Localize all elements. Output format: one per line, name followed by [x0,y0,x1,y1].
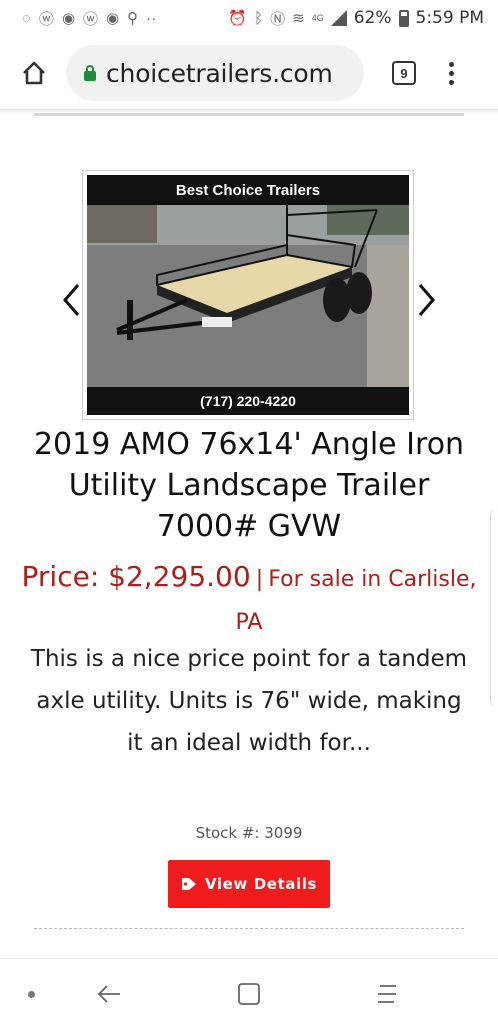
network-type-label: 4G [311,13,324,23]
home-button[interactable] [16,55,52,91]
recents-button[interactable] [372,979,402,1009]
trailer-photo: Best Choice Trailers (717) 220-4220 [87,175,409,415]
home-nav-icon [238,983,260,1005]
sale-location: For sale in Carlisle, PA [235,567,477,635]
stock-number: Stock #: 3099 [195,824,303,842]
image-carousel[interactable]: Best Choice Trailers (717) 220-4220 [82,170,414,420]
photo-banner-top: Best Choice Trailers [87,175,409,205]
system-nav-bar [0,958,498,1024]
battery-icon [398,9,409,27]
photo-banner-bottom: (717) 220-4220 [87,387,409,415]
price-location-line: Price: $2,295.00 | For sale in Carlisle,… [20,556,478,645]
clock: 5:59 PM [415,8,485,28]
price: Price: $2,295.00 [21,560,251,593]
nav-dot-icon[interactable] [28,991,35,998]
wifi-icon: ≋ [292,10,305,27]
back-icon [97,985,120,1003]
usb-icon: ⚲ [127,10,139,27]
tag-icon [181,878,196,890]
notification-icon: ◉ [61,10,76,27]
address-bar[interactable]: choicetrailers.com [66,45,364,101]
nfc-icon: Ⓝ [270,10,286,28]
tab-switcher-button[interactable]: 9 [392,61,416,85]
notification-icon: ⓦ [83,10,99,28]
view-details-label: View Details [204,875,318,893]
trailer-illustration [87,205,409,387]
listing-description: This is a nice price point for a tandem … [30,646,468,756]
chevron-right-icon [418,284,435,316]
lock-icon [84,65,96,81]
home-nav-button[interactable] [234,979,264,1009]
notification-icon: ◉ [106,10,120,27]
bluetooth-icon: ᛒ [254,9,264,27]
divider [34,928,464,929]
edge-panel-handle[interactable] [490,508,498,708]
notification-icon: ◌ [22,9,31,27]
recents-icon [378,985,396,1003]
status-bar: ◌ ⓦ ◉ ⓦ ◉ ⚲ ·· ⏰ ᛒ Ⓝ ≋ 4G 62% 5:59 PM [0,0,498,36]
signal-icon [330,10,347,26]
home-icon [23,61,45,85]
carousel-next-button[interactable] [412,280,442,320]
notification-icon: ⓦ [38,10,54,28]
alarm-icon: ⏰ [228,10,248,27]
battery-percent: 62% [353,8,392,28]
listing-title[interactable]: 2019 AMO 76x14' Angle Iron Utility Lands… [30,424,468,547]
browser-toolbar: choicetrailers.com 9 [0,40,498,106]
back-button[interactable] [94,979,124,1009]
divider [34,113,464,116]
separator: | [255,567,264,592]
notification-icons: ◌ ⓦ ◉ ⓦ ◉ ⚲ ·· [22,8,156,29]
view-details-button[interactable]: View Details [168,860,330,908]
overflow-menu-button[interactable] [446,61,456,85]
url-text: choicetrailers.com [106,58,333,88]
chevron-left-icon [63,284,80,316]
more-notifications-icon: ·· [146,9,157,27]
